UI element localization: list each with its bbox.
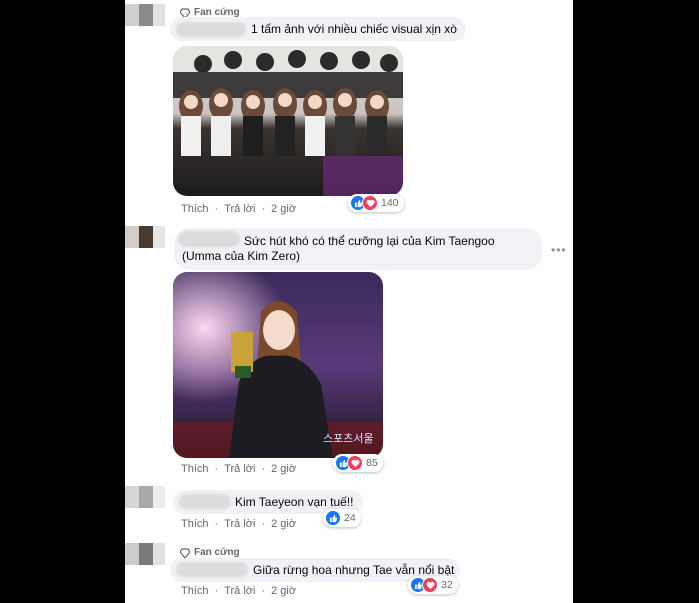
comment-bubble: Sức hút khó có thể cưỡng lại của Kim Tae…	[174, 228, 542, 270]
commenter-name-blurred[interactable]	[179, 494, 231, 509]
heart-icon	[362, 195, 378, 211]
reaction-count: 85	[366, 457, 378, 469]
comments-panel: Fan cứng 1 tấm ảnh với nhiều chiếc visua…	[125, 0, 573, 603]
reaction-count: 24	[344, 512, 356, 524]
like-link[interactable]: Thích	[181, 463, 209, 475]
comment-text: Sức hút khó có thể cưỡng lại của Kim Tae…	[182, 234, 495, 263]
like-link[interactable]: Thích	[181, 203, 209, 215]
like-link[interactable]: Thích	[181, 585, 209, 597]
reaction-summary[interactable]: 24	[323, 509, 361, 527]
comment-actions: Thích · Trả lời · 2 giờ	[181, 463, 297, 475]
avatar[interactable]	[125, 226, 165, 248]
heart-icon	[347, 455, 363, 471]
comment-photo[interactable]: 스포츠서울	[173, 272, 383, 458]
reaction-count: 32	[441, 579, 453, 591]
comment-actions: Thích · Trả lời · 2 giờ	[181, 585, 297, 597]
reply-link[interactable]: Trả lời	[224, 203, 255, 215]
comment-actions: Thích · Trả lời · 2 giờ	[181, 518, 297, 530]
comment-time[interactable]: 2 giờ	[271, 585, 296, 597]
reaction-summary[interactable]: 140	[348, 194, 404, 212]
comment-text: 1 tấm ảnh với nhiều chiếc visual xịn xò	[251, 22, 457, 36]
like-link[interactable]: Thích	[181, 518, 209, 530]
avatar[interactable]	[125, 543, 165, 565]
reply-link[interactable]: Trả lời	[224, 463, 255, 475]
reaction-count: 140	[381, 197, 399, 209]
photo-watermark: 스포츠서울	[323, 432, 374, 445]
comment-time[interactable]: 2 giờ	[271, 463, 296, 475]
commenter-name-blurred[interactable]	[176, 22, 246, 37]
comment-time[interactable]: 2 giờ	[271, 203, 296, 215]
reply-link[interactable]: Trả lời	[224, 585, 255, 597]
reply-link[interactable]: Trả lời	[224, 518, 255, 530]
reaction-summary[interactable]: 85	[333, 454, 383, 472]
comment-bubble: 1 tấm ảnh với nhiều chiếc visual xịn xò	[170, 17, 466, 41]
reaction-summary[interactable]: 32	[408, 576, 458, 594]
diamond-icon	[180, 7, 190, 18]
more-options-button[interactable]: •••	[551, 243, 567, 257]
fan-badge: Fan cứng	[180, 547, 240, 558]
avatar[interactable]	[125, 4, 165, 26]
fan-badge-label: Fan cứng	[194, 547, 240, 558]
comment-actions: Thích · Trả lời · 2 giờ	[181, 203, 297, 215]
comment-photo[interactable]	[173, 46, 403, 196]
comment-text: Kim Taeyeon vạn tuế!!	[235, 495, 354, 509]
diamond-icon	[180, 547, 190, 558]
comment-time[interactable]: 2 giờ	[271, 518, 296, 530]
avatar[interactable]	[125, 486, 165, 508]
heart-icon	[422, 577, 438, 593]
like-icon	[325, 510, 341, 526]
commenter-name-blurred[interactable]	[176, 562, 248, 577]
